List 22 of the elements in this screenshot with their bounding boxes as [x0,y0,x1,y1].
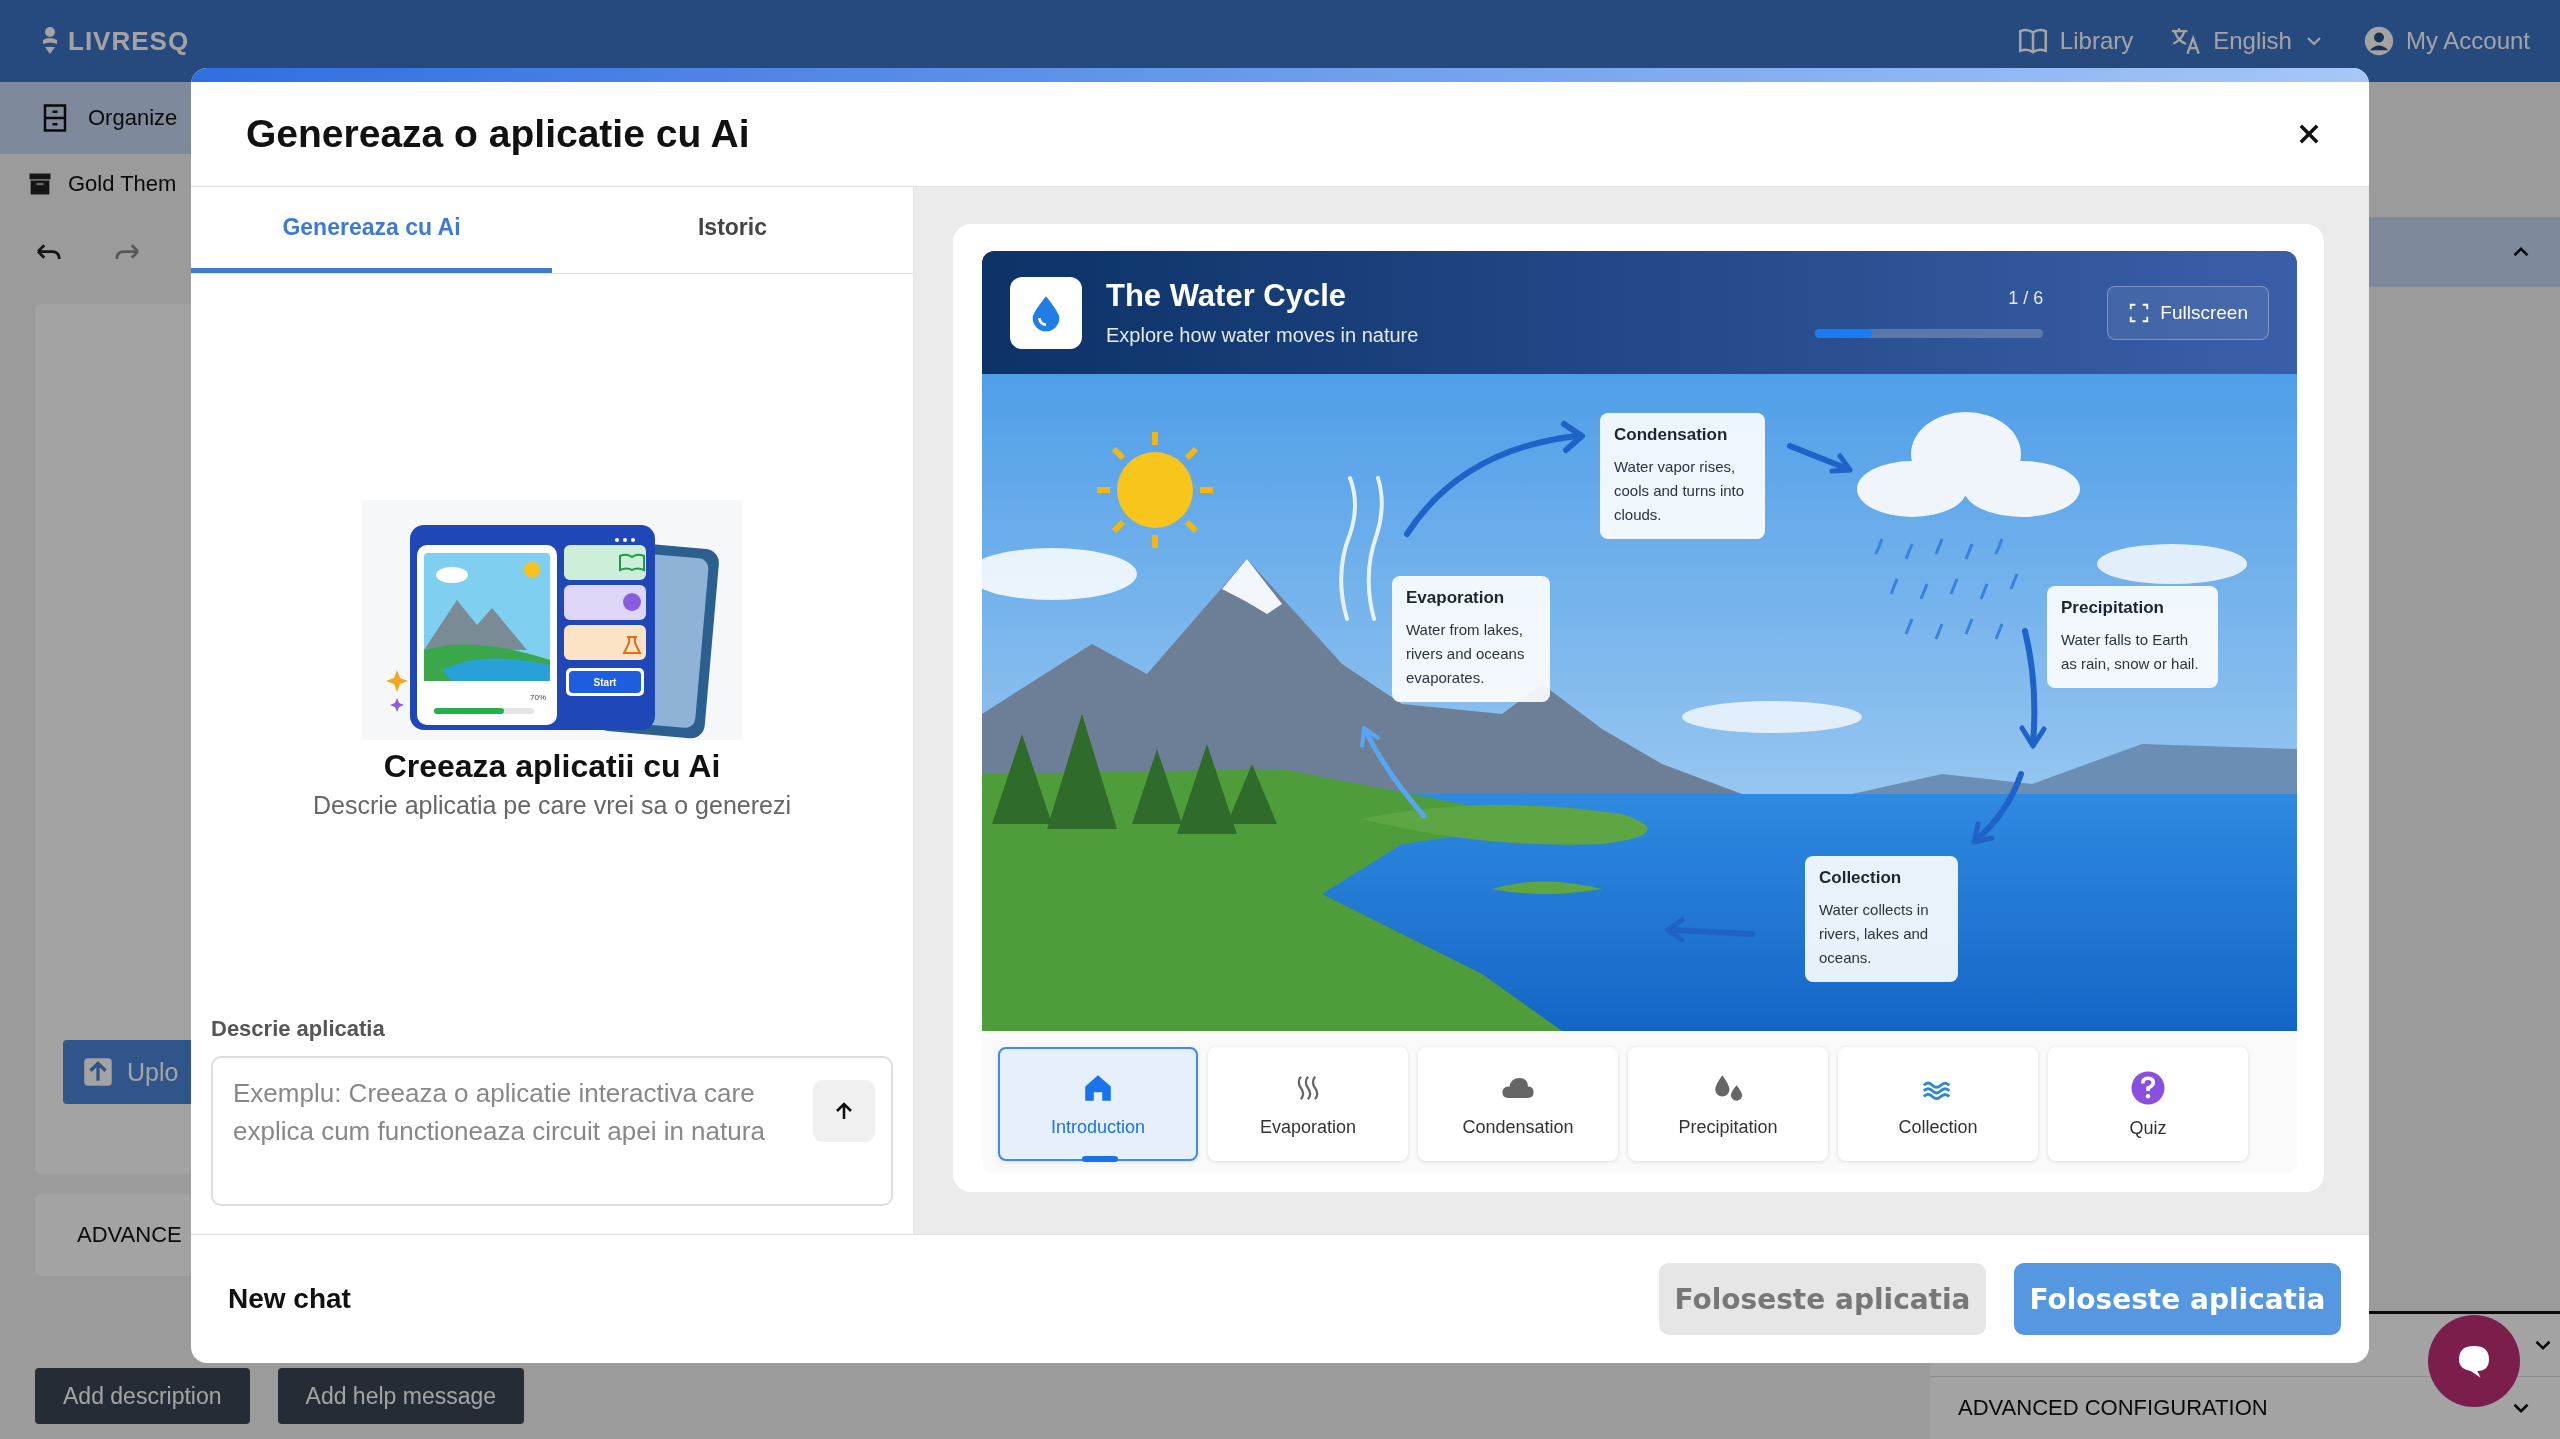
info-card-text: Water from lakes, rivers and oceans evaporates. [1406,620,1526,688]
info-card-text: Water collects in rivers, lakes and oceans. [1819,900,1930,968]
info-card-text: Water vapor rises, cools and turns into clouds. [1614,457,1746,525]
info-card-title: Evaporation [1406,588,1506,608]
info-card-title: Precipitation [2061,598,2165,618]
step-counter: 1 / 6 [2008,287,2044,309]
dialog-title: Genereaza o aplicatie cu Ai [246,112,750,156]
start-label: Start [593,677,617,688]
empty-state-subtitle: Descrie aplicatia pe care vrei sa o generezi [313,791,791,820]
info-card-title: Condensation [1614,425,1729,445]
app-subtitle: Explore how water moves in nature [1106,324,1420,347]
app-title: The Water Cycle [1106,278,1348,314]
progress-percent: 70% [530,693,546,702]
info-card-text: Water falls to Earth as rain, snow or hail. [2061,630,2200,674]
advanced-label: ADVANCE [77,1222,182,1248]
info-card-title: Collection [1819,868,1903,888]
logo-text: LIVRESQ [68,25,190,57]
advanced-configuration-label: ADVANCED CONFIGURATION [1958,1395,2268,1421]
empty-state-title: Creeaza aplicatii cu Ai [383,748,721,785]
theme-label: Gold Them [68,171,177,197]
field-label: Descrie aplicatia [211,1016,386,1042]
toolbar-label: Organize [88,105,178,131]
